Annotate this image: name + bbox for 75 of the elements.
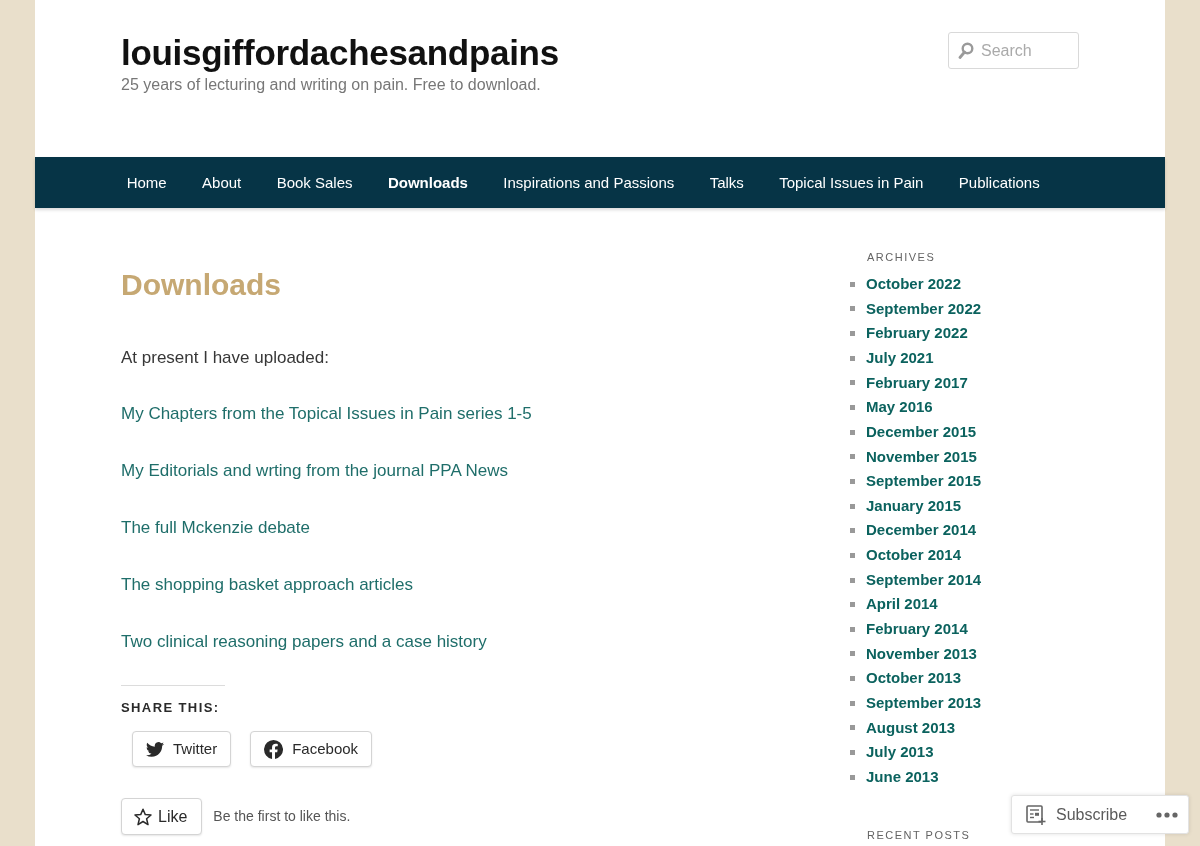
subscribe-button[interactable]: Subscribe xyxy=(1026,802,1128,827)
square-bullet-icon xyxy=(850,503,855,509)
widget-heading: RECENT POSTS xyxy=(867,828,971,843)
square-bullet-icon xyxy=(850,626,855,632)
archive-link[interactable]: September 2015 xyxy=(866,470,982,493)
square-bullet-icon xyxy=(850,602,855,608)
archive-link[interactable]: October 2014 xyxy=(866,544,962,567)
archive-link[interactable]: September 2022 xyxy=(866,297,982,321)
square-bullet-icon xyxy=(850,331,855,337)
archive-link[interactable]: February 2017 xyxy=(866,371,968,395)
intro-text: At present I have uploaded: xyxy=(121,347,329,369)
site-tagline: 25 years of lecturing and writing on pain. Free to download. xyxy=(121,75,541,95)
archive-link[interactable]: October 2022 xyxy=(866,273,962,296)
archive-link[interactable]: September 2013 xyxy=(866,691,982,715)
more-button[interactable] xyxy=(1156,811,1178,818)
share-heading: SHARE THIS: xyxy=(121,700,220,716)
square-bullet-icon xyxy=(850,651,855,657)
download-link[interactable]: My Chapters from the Topical Issues in Pain series 1-5 xyxy=(121,400,532,427)
square-bullet-icon xyxy=(850,355,855,361)
facebook-icon xyxy=(264,739,284,759)
square-bullet-icon xyxy=(850,429,855,435)
download-link[interactable]: My Editorials and wrting from the journal PPA News xyxy=(121,457,509,484)
square-bullet-icon xyxy=(850,306,855,312)
square-bullet-icon xyxy=(850,700,855,706)
square-bullet-icon xyxy=(850,676,855,682)
archive-link[interactable]: July 2021 xyxy=(866,347,934,370)
like-note: Be the first to like this. xyxy=(213,807,351,826)
star-icon xyxy=(134,807,152,826)
page-heading: Downloads xyxy=(121,267,281,303)
archive-link[interactable]: September 2014 xyxy=(866,568,982,592)
more-icon xyxy=(1156,811,1178,818)
search-field[interactable]: Search xyxy=(948,32,1079,69)
search-icon xyxy=(958,42,974,59)
archive-link[interactable]: November 2015 xyxy=(866,445,977,469)
nav-link[interactable]: About xyxy=(184,157,259,208)
square-bullet-icon xyxy=(850,577,855,583)
document-plus-icon xyxy=(1026,804,1046,825)
archive-link[interactable]: December 2015 xyxy=(866,420,977,444)
download-link[interactable]: The shopping basket approach articles xyxy=(121,571,413,598)
archive-link[interactable]: February 2014 xyxy=(866,618,968,641)
archive-link[interactable]: October 2013 xyxy=(866,667,962,690)
nav-link[interactable]: Book Sales xyxy=(258,157,371,208)
archive-link[interactable]: November 2013 xyxy=(866,642,977,666)
download-link[interactable]: Two clinical reasoning papers and a case history xyxy=(121,628,487,655)
square-bullet-icon xyxy=(850,774,855,780)
like-button[interactable]: Like xyxy=(121,798,203,835)
nav-link[interactable]: Publications xyxy=(941,157,1058,208)
nav-link[interactable]: Topical Issues in Pain xyxy=(761,157,942,208)
square-bullet-icon xyxy=(850,750,855,755)
square-bullet-icon xyxy=(850,528,855,534)
site-title[interactable]: louisgiffordachesandpains xyxy=(121,32,559,74)
archive-link[interactable]: December 2014 xyxy=(866,519,977,542)
download-link[interactable]: The full Mckenzie debate xyxy=(121,514,310,541)
archive-link[interactable]: April 2014 xyxy=(866,593,938,616)
facebook-share-button[interactable]: Facebook xyxy=(250,731,373,767)
archive-link[interactable]: July 2013 xyxy=(866,741,934,764)
bird-icon xyxy=(146,741,164,757)
twitter-share-button[interactable]: Twitter xyxy=(132,731,232,767)
square-bullet-icon xyxy=(850,405,855,410)
square-bullet-icon xyxy=(850,281,855,287)
nav-link[interactable]: Downloads xyxy=(370,157,486,208)
archive-link[interactable]: January 2015 xyxy=(866,494,962,518)
nav-link[interactable]: Talks xyxy=(691,157,762,208)
archive-link[interactable]: June 2013 xyxy=(866,765,939,789)
square-bullet-icon xyxy=(850,478,855,484)
square-bullet-icon xyxy=(850,454,855,460)
square-bullet-icon xyxy=(850,552,855,558)
nav-link[interactable]: Inspirations and Passions xyxy=(485,157,692,208)
archive-link[interactable]: August 2013 xyxy=(866,716,956,740)
archive-link[interactable]: February 2022 xyxy=(866,322,968,345)
archive-link[interactable]: May 2016 xyxy=(866,396,933,419)
widget-heading: ARCHIVES xyxy=(867,250,936,264)
square-bullet-icon xyxy=(850,380,855,386)
square-bullet-icon xyxy=(850,725,855,731)
nav-link[interactable]: Home xyxy=(109,157,185,208)
